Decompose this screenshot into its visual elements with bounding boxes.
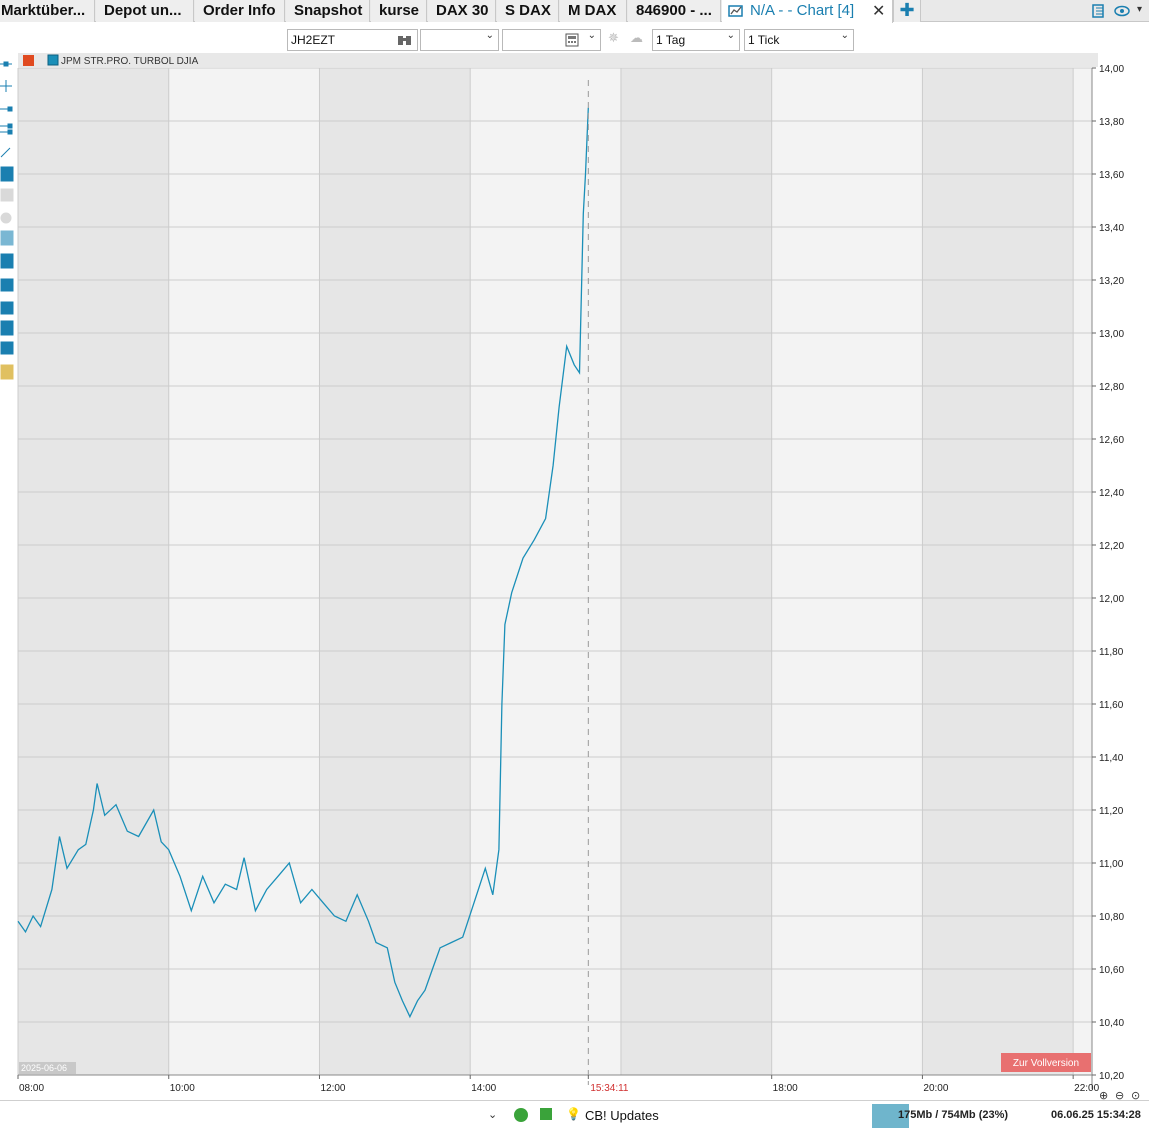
price-chart[interactable]: JPM STR.PRO. TURBOL DJIA 08:00 10:00 12:00… (0, 52, 1149, 1100)
x-tick-label: 22:00 (1074, 1083, 1099, 1094)
tab-846900[interactable]: 846900 - ... (628, 0, 721, 22)
data-status-icon (540, 1108, 552, 1120)
status-bar: ⌄ 💡 CB! Updates 175Mb / 754Mb (23%) 06.0… (0, 1100, 1149, 1130)
connection-status-icon (514, 1108, 528, 1122)
y-tick-label: 11,20 (1099, 806, 1124, 817)
y-tick-label: 11,40 (1099, 753, 1124, 764)
tab-kurse[interactable]: kurse (371, 0, 427, 22)
memory-label: 175Mb / 754Mb (23%) (898, 1109, 1009, 1121)
y-tick-label: 11,60 (1099, 700, 1124, 711)
y-tick-label: 14,00 (1099, 64, 1124, 75)
tab-order-info[interactable]: Order Info (195, 0, 285, 22)
tab-snapshot[interactable]: Snapshot (286, 0, 370, 22)
y-tick-label: 11,00 (1099, 859, 1124, 870)
y-tick-label: 12,40 (1099, 488, 1124, 499)
y-tick-label: 12,00 (1099, 594, 1124, 605)
x-tick-label: 20:00 (923, 1083, 948, 1094)
y-tick-label: 10,60 (1099, 965, 1124, 976)
chevron-down-icon: ⌄ (485, 30, 494, 41)
refresh-disabled-icon: ☁ (630, 31, 643, 46)
symbol-input[interactable]: JH2EZT (287, 29, 418, 51)
session-band (620, 68, 772, 1075)
tab-sdax[interactable]: S DAX (497, 0, 559, 22)
tab-marktuebersicht[interactable]: Marktüber... (0, 0, 95, 22)
crosshair-disabled-icon: ✵ (608, 31, 619, 46)
current-time-label: 15:34:11 (590, 1083, 629, 1094)
instrument-flag-icon[interactable] (23, 55, 34, 66)
tab-dax30[interactable]: DAX 30 (428, 0, 496, 22)
y-tick-label: 13,20 (1099, 276, 1124, 287)
y-tick-label: 13,40 (1099, 223, 1124, 234)
legend-series-name: JPM STR.PRO. TURBOL DJIA (61, 56, 199, 67)
zoom-controls: ⊕ ⊖ ⊙ (1099, 1089, 1140, 1100)
close-icon[interactable]: ✕ (872, 1, 885, 20)
add-tab-button[interactable]: ✚ (893, 0, 921, 22)
x-tick-label: 18:00 (773, 1083, 798, 1094)
tab-mdax[interactable]: M DAX (560, 0, 627, 22)
x-tick-label: 10:00 (170, 1083, 195, 1094)
tab-bar: Marktüber... Depot un... Order Info Snap… (0, 0, 1149, 23)
tab-depot[interactable]: Depot un... (96, 0, 194, 22)
x-tick-label: 08:00 (19, 1083, 44, 1094)
date-label: 2025-06-06 (21, 1063, 67, 1073)
y-tick-label: 11,80 (1099, 647, 1124, 658)
session-band (18, 68, 169, 1075)
y-tick-label: 12,80 (1099, 382, 1124, 393)
y-tick-label: 13,80 (1099, 117, 1124, 128)
y-tick-label: 10,40 (1099, 1018, 1124, 1029)
y-tick-label: 10,20 (1099, 1071, 1124, 1082)
eye-icon[interactable] (1114, 5, 1132, 17)
resolution-select[interactable]: 1 Tick ⌄ (744, 29, 854, 51)
chevron-down-icon: ⌄ (840, 30, 849, 41)
updates-label[interactable]: CB! Updates (585, 1108, 659, 1123)
zoom-reset-icon[interactable]: ⊙ (1131, 1089, 1140, 1100)
chevron-down-icon[interactable]: ▾ (1137, 4, 1142, 15)
x-tick-label: 14:00 (471, 1083, 496, 1094)
chevron-down-icon[interactable]: ⌄ (488, 1108, 497, 1121)
binoculars-icon[interactable] (397, 33, 413, 47)
zoom-out-icon[interactable]: ⊖ (1115, 1089, 1124, 1100)
chevron-down-icon: ⌄ (587, 30, 596, 41)
series-color-swatch[interactable] (47, 54, 59, 66)
calculator-icon (565, 33, 579, 47)
y-tick-label: 12,20 (1099, 541, 1124, 552)
x-tick-label: 12:00 (320, 1083, 345, 1094)
status-datetime: 06.06.25 15:34:28 (1051, 1109, 1141, 1121)
period-select[interactable]: 1 Tag ⌄ (652, 29, 740, 51)
tab-chart-4[interactable]: N/A - - Chart [4] (722, 0, 893, 23)
exchange-select[interactable]: ⌄ (420, 29, 499, 51)
date-select[interactable]: ⌄ (502, 29, 601, 51)
chevron-down-icon: ⌄ (726, 30, 735, 41)
lightbulb-icon: 💡 (566, 1107, 581, 1121)
y-tick-label: 13,00 (1099, 329, 1124, 340)
y-tick-label: 10,80 (1099, 912, 1124, 923)
settings-icon[interactable] (1091, 3, 1107, 19)
session-band (922, 68, 1074, 1075)
chart-tab-icon (728, 5, 743, 17)
zoom-in-icon[interactable]: ⊕ (1099, 1089, 1108, 1100)
session-band (319, 68, 471, 1075)
full-version-label: Zur Vollversion (1013, 1058, 1079, 1069)
y-tick-label: 12,60 (1099, 435, 1124, 446)
y-tick-label: 13,60 (1099, 170, 1124, 181)
